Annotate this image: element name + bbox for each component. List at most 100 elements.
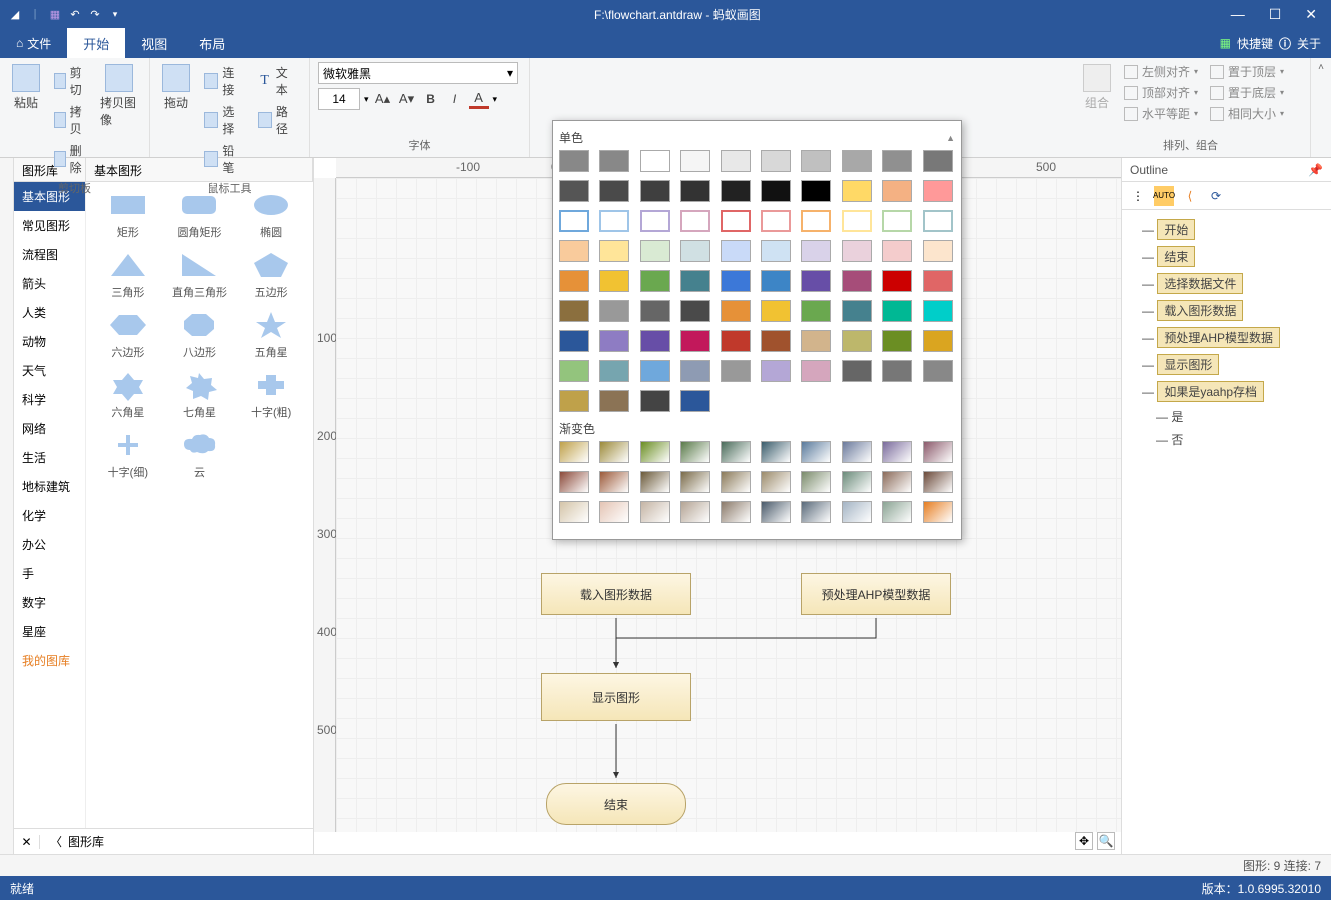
color-swatch[interactable]: [721, 330, 751, 352]
paste-button[interactable]: 粘贴: [8, 62, 44, 113]
left-dock-strip[interactable]: [0, 158, 14, 854]
color-swatch[interactable]: [640, 270, 670, 292]
italic-icon[interactable]: I: [445, 89, 465, 109]
color-swatch[interactable]: [640, 360, 670, 382]
color-swatch[interactable]: [761, 210, 791, 232]
color-swatch[interactable]: [640, 240, 670, 262]
maximize-icon[interactable]: ☐: [1269, 6, 1282, 23]
grow-font-icon[interactable]: A▴: [373, 89, 393, 109]
tab-layout[interactable]: 布局: [183, 28, 241, 58]
tree-node[interactable]: — 预处理AHP模型数据: [1128, 324, 1325, 351]
bring-front-button[interactable]: 置于顶层▾: [1207, 62, 1287, 81]
shape-item[interactable]: 五角星: [237, 310, 305, 360]
about-label[interactable]: 关于: [1297, 35, 1321, 52]
color-swatch[interactable]: [923, 360, 953, 382]
color-swatch[interactable]: [801, 300, 831, 322]
text-tool[interactable]: T文本: [254, 62, 302, 100]
gradient-swatch[interactable]: [882, 441, 912, 463]
gradient-swatch[interactable]: [842, 441, 872, 463]
color-swatch[interactable]: [559, 210, 589, 232]
font-color-icon[interactable]: A: [469, 89, 489, 109]
color-swatch[interactable]: [599, 330, 629, 352]
color-swatch[interactable]: [599, 300, 629, 322]
shape-item[interactable]: 六角星: [94, 370, 162, 420]
send-back-button[interactable]: 置于底层▾: [1207, 83, 1287, 102]
pin-icon[interactable]: 📌: [1308, 163, 1323, 177]
category-item[interactable]: 箭头: [14, 269, 85, 298]
gradient-swatch[interactable]: [761, 501, 791, 523]
color-swatch[interactable]: [882, 300, 912, 322]
delete-button[interactable]: 删除: [50, 140, 90, 178]
gradient-swatch[interactable]: [721, 441, 751, 463]
bold-icon[interactable]: B: [421, 89, 441, 109]
color-swatch[interactable]: [882, 360, 912, 382]
outline-refresh-icon[interactable]: ⟳: [1206, 186, 1226, 206]
color-swatch[interactable]: [599, 270, 629, 292]
gradient-swatch[interactable]: [599, 441, 629, 463]
gradient-swatch[interactable]: [640, 471, 670, 493]
color-swatch[interactable]: [761, 300, 791, 322]
gradient-swatch[interactable]: [559, 471, 589, 493]
color-swatch[interactable]: [721, 180, 751, 202]
tree-node[interactable]: — 否: [1128, 428, 1325, 451]
gradient-swatch[interactable]: [842, 471, 872, 493]
gradient-swatch[interactable]: [801, 471, 831, 493]
color-swatch[interactable]: [559, 300, 589, 322]
align-top-button[interactable]: 顶部对齐▾: [1121, 83, 1201, 102]
size-dropdown-icon[interactable]: ▾: [364, 94, 369, 105]
color-swatch[interactable]: [801, 180, 831, 202]
close-icon[interactable]: ✕: [1305, 6, 1317, 23]
color-swatch[interactable]: [721, 150, 751, 172]
qat-dropdown-icon[interactable]: ▾: [106, 5, 124, 23]
color-swatch[interactable]: [680, 300, 710, 322]
gradient-swatch[interactable]: [923, 441, 953, 463]
color-swatch[interactable]: [559, 180, 589, 202]
minimize-icon[interactable]: —: [1231, 6, 1245, 23]
tree-node[interactable]: — 开始: [1128, 216, 1325, 243]
color-swatch[interactable]: [923, 300, 953, 322]
shape-item[interactable]: 七角星: [166, 370, 234, 420]
color-swatch[interactable]: [559, 150, 589, 172]
color-swatch[interactable]: [599, 240, 629, 262]
color-swatch[interactable]: [599, 390, 629, 412]
tree-node[interactable]: — 是: [1128, 405, 1325, 428]
color-swatch[interactable]: [721, 300, 751, 322]
category-item[interactable]: 生活: [14, 443, 85, 472]
color-swatch[interactable]: [680, 180, 710, 202]
zoom-icon[interactable]: 🔍: [1097, 832, 1115, 850]
color-swatch[interactable]: [923, 150, 953, 172]
gradient-swatch[interactable]: [842, 501, 872, 523]
color-swatch[interactable]: [559, 270, 589, 292]
color-swatch[interactable]: [842, 150, 872, 172]
popup-scroll-up-icon[interactable]: ▲: [946, 133, 955, 143]
shape-item[interactable]: 六边形: [94, 310, 162, 360]
shape-item[interactable]: 十字(细): [94, 430, 162, 480]
ribbon-collapse-icon[interactable]: ˄: [1318, 62, 1324, 73]
color-swatch[interactable]: [680, 390, 710, 412]
outline-share-icon[interactable]: ⟨: [1180, 186, 1200, 206]
tree-node[interactable]: — 选择数据文件: [1128, 270, 1325, 297]
color-swatch[interactable]: [559, 330, 589, 352]
same-size-button[interactable]: 相同大小▾: [1207, 104, 1287, 123]
color-swatch[interactable]: [680, 360, 710, 382]
color-swatch[interactable]: [801, 150, 831, 172]
tree-node[interactable]: — 显示图形: [1128, 351, 1325, 378]
gradient-swatch[interactable]: [721, 501, 751, 523]
color-swatch[interactable]: [801, 210, 831, 232]
gradient-swatch[interactable]: [680, 471, 710, 493]
color-swatch[interactable]: [801, 360, 831, 382]
color-swatch[interactable]: [599, 150, 629, 172]
group-button[interactable]: 组合: [1079, 62, 1115, 113]
color-swatch[interactable]: [640, 210, 670, 232]
copy-button[interactable]: 拷贝: [50, 101, 90, 139]
font-select[interactable]: 微软雅黑▾: [318, 62, 518, 84]
category-item[interactable]: 化学: [14, 501, 85, 530]
gradient-swatch[interactable]: [801, 441, 831, 463]
pencil-tool[interactable]: 铅笔: [200, 140, 248, 178]
breadcrumb[interactable]: 〈图形库: [40, 833, 114, 850]
copy-image-button[interactable]: 拷贝图像: [96, 62, 141, 130]
shape-item[interactable]: 直角三角形: [166, 250, 234, 300]
gradient-swatch[interactable]: [599, 501, 629, 523]
gradient-swatch[interactable]: [882, 471, 912, 493]
color-swatch[interactable]: [842, 300, 872, 322]
